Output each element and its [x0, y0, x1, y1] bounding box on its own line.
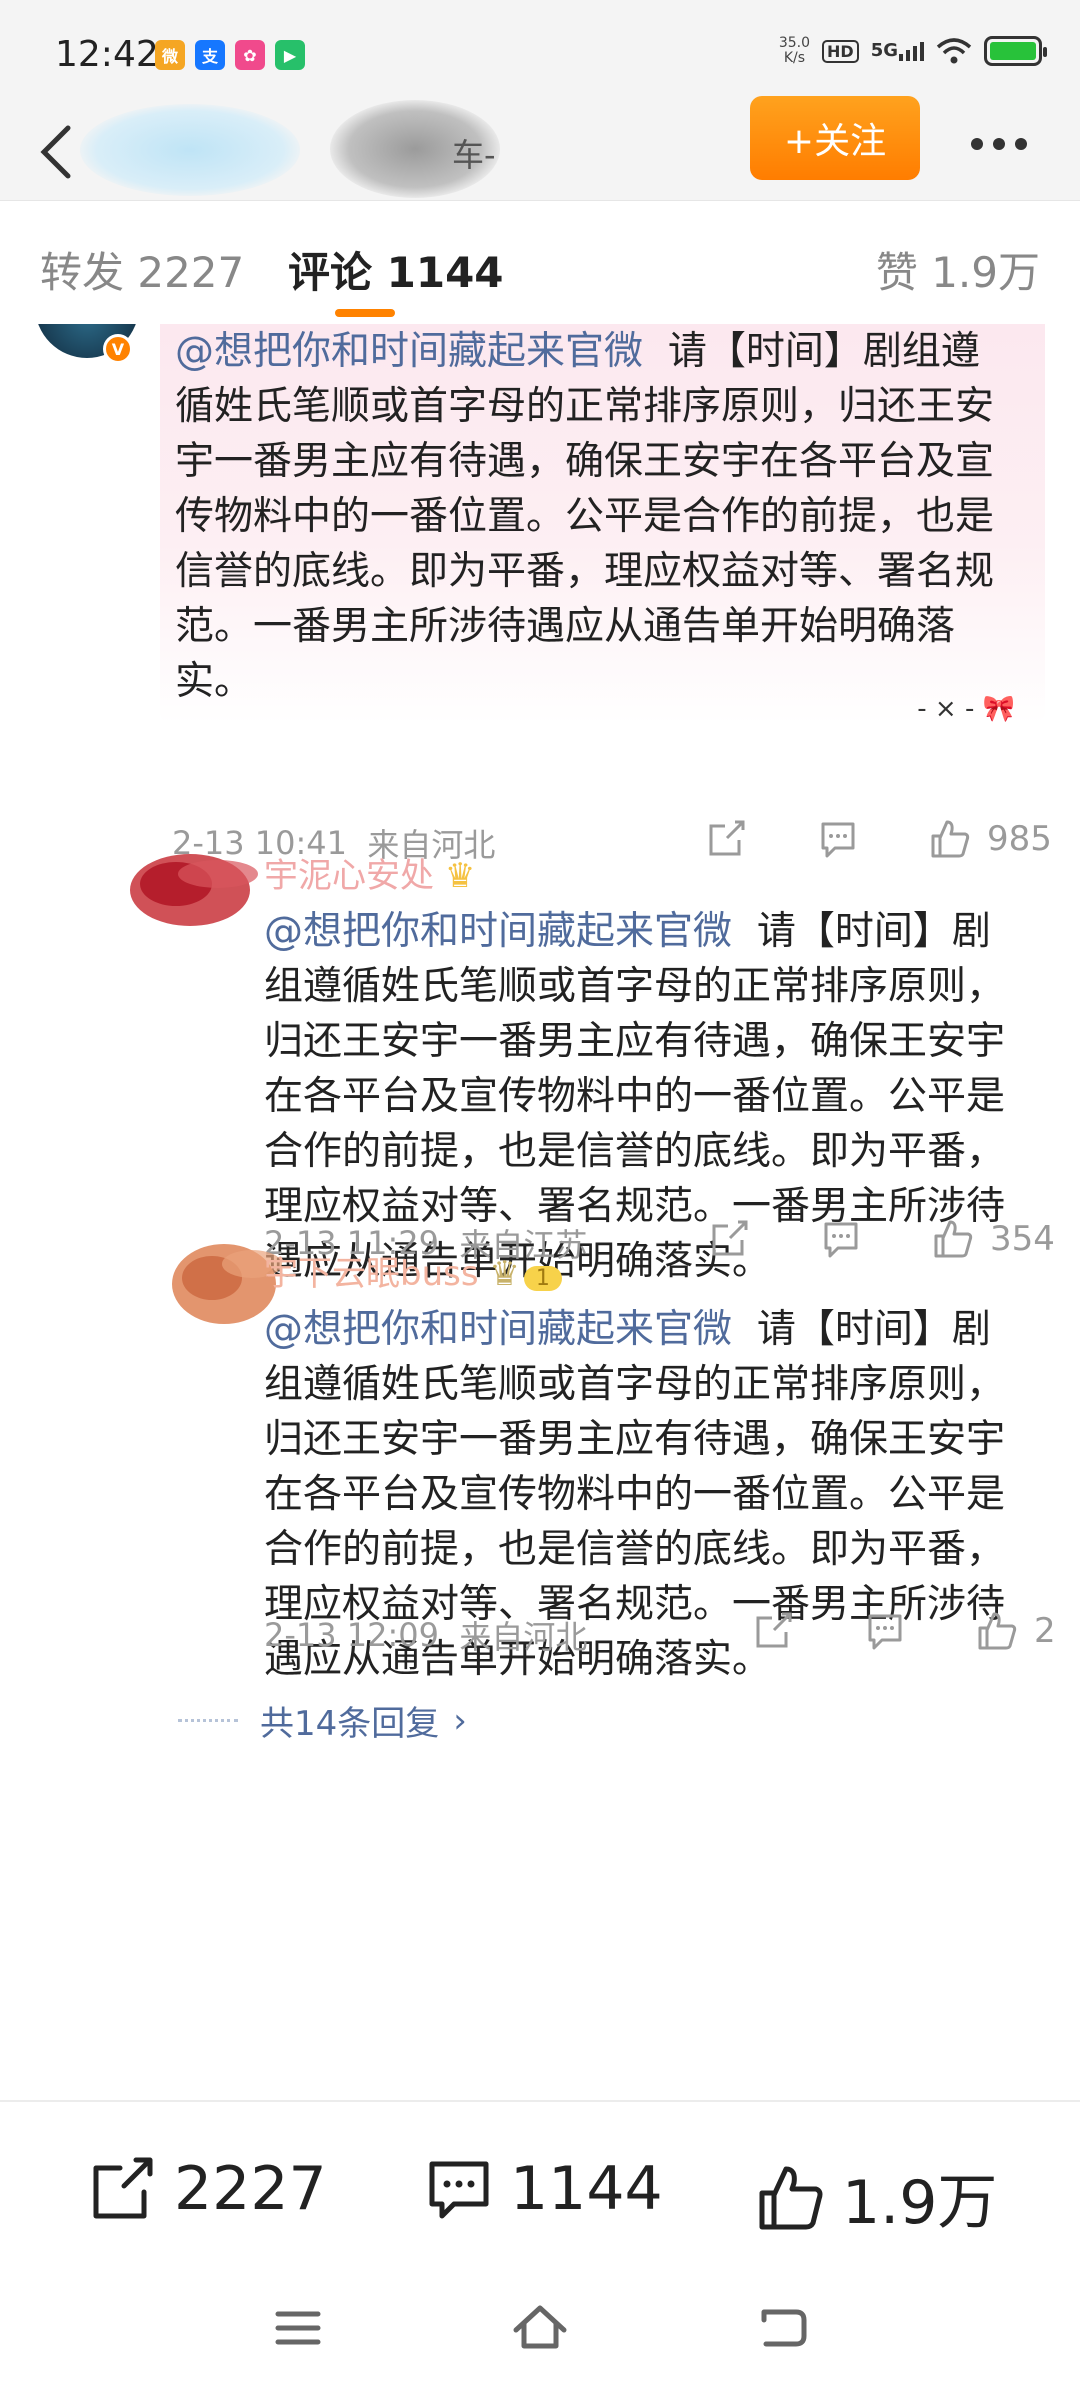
comment-icon[interactable]	[820, 1218, 862, 1260]
dotted-lead	[178, 1719, 238, 1722]
mention-link[interactable]: @想把你和时间藏起来官微	[264, 1307, 732, 1352]
like-icon	[759, 2166, 823, 2229]
system-nav-bar	[0, 2270, 1080, 2388]
share-icon[interactable]	[752, 1610, 794, 1652]
like-count: 1.9万	[842, 2168, 998, 2238]
repost-icon	[93, 2157, 153, 2219]
like-count: 985	[987, 819, 1052, 859]
more-replies-label[interactable]: 共14条回复	[260, 1696, 439, 1745]
reply-username-text[interactable]: 宇下云眠buss	[264, 1254, 479, 1294]
comment-text[interactable]: @想把你和时间藏起来官微 请【时间】剧组遵循姓氏笔顺或首字母的正常排序原则，归还…	[175, 324, 1015, 709]
crown-badge-icon: ♛	[444, 856, 476, 896]
reply-username[interactable]: 宇泥心安处 ♛	[264, 848, 475, 897]
battery-level	[990, 42, 1036, 60]
bottom-repost-button[interactable]: 2227	[88, 2154, 327, 2224]
like-icon[interactable]	[932, 1218, 974, 1260]
repost-count: 2227	[174, 2154, 327, 2224]
status-indicators: 35.0 K/s HD 5G	[779, 36, 1047, 66]
like-count: 354	[990, 1219, 1055, 1259]
like-count: 2	[1034, 1611, 1056, 1651]
bottom-comment-button[interactable]: 1144	[424, 2154, 663, 2224]
tab-active-indicator	[335, 309, 395, 317]
reply-avatar[interactable]	[128, 844, 278, 964]
verified-badge-icon: V	[103, 334, 133, 364]
chevron-right-icon: ›	[453, 1700, 467, 1741]
tab-bar: 转发 2227 评论 1144 赞 1.9万	[0, 200, 1080, 324]
username-tail: 车-	[452, 136, 496, 174]
signal-5g-icon: 5G	[871, 40, 924, 62]
bottom-action-bar: 2227 1144 1.9万	[0, 2100, 1080, 2270]
pink-app-icon: ✿	[235, 40, 265, 70]
top-bar: 车- +关注	[0, 96, 1080, 200]
status-bar: 12:42 微 支 ✿ ▶ 35.0 K/s HD 5G	[0, 0, 1080, 100]
network-speed: 35.0 K/s	[779, 36, 810, 66]
status-time: 12:42	[55, 34, 159, 75]
video-app-icon: ▶	[275, 40, 305, 70]
comment-list[interactable]: V - × - 🎀 @想把你和时间藏起来官微 请【时间】剧组遵循姓氏笔顺或首字母…	[0, 324, 1080, 2100]
mention-link[interactable]: @想把你和时间藏起来官微	[264, 909, 732, 954]
like-icon[interactable]	[976, 1610, 1018, 1652]
reply-username-text[interactable]: 宇泥心安处	[264, 856, 434, 896]
tab-like[interactable]: 赞 1.9万	[876, 239, 1040, 300]
comment-icon[interactable]	[817, 818, 859, 860]
level-badge-icon: 1	[523, 1266, 562, 1291]
alipay-app-icon: 支	[195, 40, 225, 70]
menu-icon[interactable]	[268, 2298, 328, 2358]
more-options-icon[interactable]	[964, 124, 1034, 164]
comment-body: 请【时间】剧组遵循姓氏笔顺或首字母的正常排序原则，归还王安宇一番男主应有待遇，确…	[175, 329, 995, 704]
reply-meta: 2-13 12:09 来自河北	[264, 1612, 587, 1658]
comment-icon[interactable]	[864, 1610, 906, 1652]
crown-badge-icon: ♛	[489, 1254, 520, 1294]
share-icon[interactable]	[708, 1218, 750, 1260]
bottom-like-button[interactable]: 1.9万	[756, 2154, 997, 2241]
wifi-icon	[936, 38, 972, 64]
share-icon[interactable]	[705, 818, 747, 860]
weibo-app-icon: 微	[155, 40, 185, 70]
avatar[interactable]: V	[35, 324, 145, 366]
like-icon[interactable]	[929, 818, 971, 860]
blurred-avatar	[80, 104, 300, 196]
reply-location: 来自河北	[459, 1618, 588, 1656]
hd-icon: HD	[822, 39, 859, 63]
mention-link[interactable]: @想把你和时间藏起来官微	[175, 329, 643, 374]
comment-icon	[429, 2161, 489, 2219]
reply-username[interactable]: 宇下云眠buss ♛ 1	[264, 1246, 562, 1295]
status-app-icons: 微 支 ✿ ▶	[155, 40, 305, 70]
network-speed-unit: K/s	[783, 50, 806, 66]
home-icon[interactable]	[510, 2298, 570, 2358]
more-replies-link[interactable]: 共14条回复 ›	[178, 1696, 467, 1745]
reply-actions: 354	[708, 1218, 1055, 1260]
follow-button[interactable]: +关注	[750, 96, 920, 180]
battery-icon	[984, 36, 1047, 66]
network-speed-value: 35.0	[778, 35, 811, 51]
comment-actions: 985	[705, 818, 1052, 860]
comment-count: 1144	[510, 2154, 663, 2224]
back-icon[interactable]	[752, 2298, 812, 2358]
network-type: 5G	[870, 40, 898, 61]
reply-actions: 2	[752, 1610, 1056, 1652]
tab-repost[interactable]: 转发 2227	[40, 239, 244, 300]
tab-comment[interactable]: 评论 1144	[288, 239, 504, 300]
reply-time: 2-13 12:09	[264, 1616, 440, 1654]
